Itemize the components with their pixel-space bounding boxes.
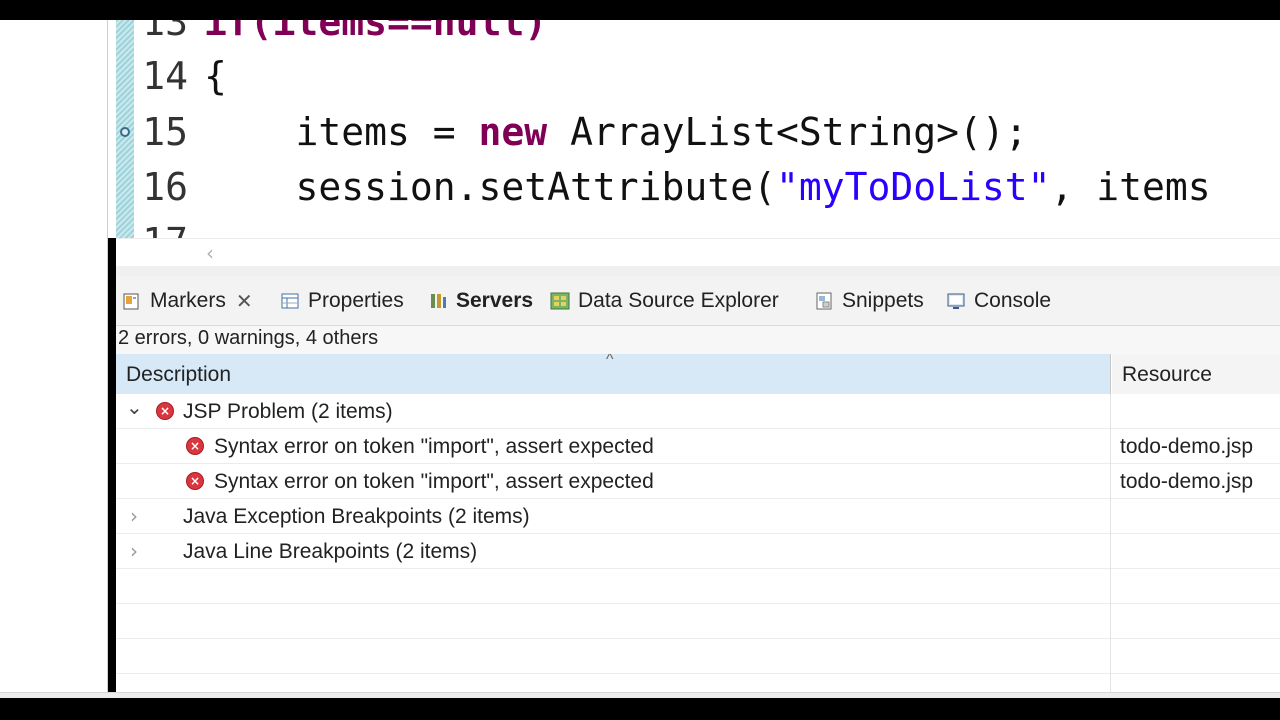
row-description: Syntax error on token "import", assert e…	[214, 435, 654, 458]
snippets-icon	[814, 291, 834, 311]
bottom-black-bar	[0, 698, 1280, 720]
properties-icon	[280, 291, 300, 311]
tab-label: Snippets	[842, 289, 924, 312]
chevron-right-icon[interactable]: ›	[126, 499, 142, 534]
servers-icon	[428, 291, 448, 311]
editor-horizontal-scrollbar[interactable]: ‹	[116, 238, 1280, 266]
scroll-left-arrow-icon[interactable]: ‹	[206, 241, 214, 265]
row-description: Java Exception Breakpoints (2 items)	[183, 505, 530, 528]
tab-label: Data Source Explorer	[578, 289, 779, 312]
line-number: 14	[142, 54, 188, 98]
cell-description	[116, 639, 1111, 674]
sort-ascending-icon: ^	[606, 354, 614, 368]
code-keyword: if(items==null)	[204, 20, 548, 44]
column-header-resource-label: Resource	[1122, 363, 1212, 386]
table-row[interactable]: ⌄ × JSP Problem (2 items)	[116, 394, 1280, 429]
cell-description: ⌄ × JSP Problem (2 items)	[116, 394, 1111, 429]
code-text: {	[204, 48, 227, 104]
markers-icon	[122, 291, 142, 311]
chevron-right-icon[interactable]: ›	[126, 534, 142, 569]
code-token: session.setAttribute(	[204, 165, 776, 209]
line-number: 16	[142, 165, 188, 209]
markers-summary: 2 errors, 0 warnings, 4 others	[116, 326, 1280, 354]
line-number: 17	[136, 214, 188, 238]
tab-markers[interactable]: Markers ✕	[122, 286, 253, 316]
cell-description: › Java Exception Breakpoints (2 items)	[116, 499, 1111, 534]
tab-properties[interactable]: Properties	[280, 286, 404, 316]
table-header: Description ^ Resource	[116, 354, 1280, 394]
cell-description: × Syntax error on token "import", assert …	[116, 464, 1111, 499]
table-row[interactable]: › Java Exception Breakpoints (2 items)	[116, 499, 1280, 534]
tab-console[interactable]: Console	[946, 286, 1051, 316]
cell-description	[116, 569, 1111, 604]
top-black-bar	[0, 0, 1280, 20]
empty-table-row	[116, 604, 1280, 639]
cell-resource: todo-demo.jsp	[1120, 470, 1254, 493]
cell-resource	[1112, 569, 1280, 604]
tab-label: Markers	[150, 289, 226, 312]
tab-label: Servers	[456, 289, 534, 312]
override-marker-icon[interactable]	[120, 127, 130, 137]
code-text: session.setAttribute("myToDoList", items	[204, 159, 1211, 215]
empty-table-row	[116, 639, 1280, 674]
error-icon: ×	[186, 437, 204, 455]
code-token: items =	[204, 110, 479, 154]
table-row[interactable]: × Syntax error on token "import", assert …	[116, 464, 1280, 499]
cell-resource: todo-demo.jsp	[1120, 435, 1254, 458]
cell-resource	[1112, 394, 1280, 429]
tab-snippets[interactable]: Snippets	[814, 286, 924, 316]
tab-label: Console	[974, 289, 1052, 312]
code-keyword: new	[478, 110, 548, 154]
cell-description	[116, 674, 1111, 692]
cell-resource	[1112, 534, 1280, 569]
chevron-down-icon[interactable]: ⌄	[126, 394, 143, 429]
empty-table-row	[116, 674, 1280, 692]
column-header-description-label: Description	[126, 363, 232, 386]
code-token: , items	[1050, 165, 1211, 209]
empty-table-row	[116, 569, 1280, 604]
line-number: 13	[142, 20, 188, 44]
code-text: items = new ArrayList<String>();	[204, 104, 1028, 160]
cell-description: × Syntax error on token "import", assert …	[116, 429, 1111, 464]
data-source-icon	[550, 291, 570, 311]
row-description: Syntax error on token "import", assert e…	[214, 470, 654, 493]
row-description: JSP Problem (2 items)	[183, 400, 393, 423]
view-tab-bar: Markers ✕ Properties Servers Data Source Exp…	[116, 276, 1280, 326]
error-icon: ×	[186, 472, 204, 490]
cell-resource	[1112, 674, 1280, 692]
line-number: 15	[142, 110, 188, 154]
table-row[interactable]: › Java Line Breakpoints (2 items)	[116, 534, 1280, 569]
column-header-resource[interactable]: Resource	[1112, 354, 1280, 394]
close-icon[interactable]: ✕	[236, 289, 253, 314]
tab-data-source-explorer[interactable]: Data Source Explorer	[550, 286, 779, 316]
tab-servers[interactable]: Servers	[428, 286, 533, 316]
code-text: if(items==null)	[204, 20, 547, 50]
left-panel	[0, 20, 108, 692]
tab-label: Properties	[308, 289, 404, 312]
table-row[interactable]: × Syntax error on token "import", assert …	[116, 429, 1280, 464]
code-editor[interactable]: 13 if(items==null) 14 {15 items = new Array…	[108, 20, 1280, 238]
markers-table: Description ^ Resource ⌄ × JSP Problem (2 …	[116, 354, 1280, 692]
column-header-description[interactable]: Description ^	[116, 354, 1111, 394]
row-description: Java Line Breakpoints (2 items)	[183, 540, 478, 563]
cell-resource	[1112, 499, 1280, 534]
cell-resource	[1112, 639, 1280, 674]
console-icon	[946, 291, 966, 311]
code-string: "myToDoList"	[775, 165, 1051, 209]
panel-sash[interactable]	[116, 266, 1280, 276]
error-icon: ×	[156, 402, 174, 420]
cell-resource	[1112, 604, 1280, 639]
code-token: ArrayList<String>();	[547, 110, 1028, 154]
cell-description: › Java Line Breakpoints (2 items)	[116, 534, 1111, 569]
code-token: {	[204, 54, 227, 98]
cell-description	[116, 604, 1111, 639]
